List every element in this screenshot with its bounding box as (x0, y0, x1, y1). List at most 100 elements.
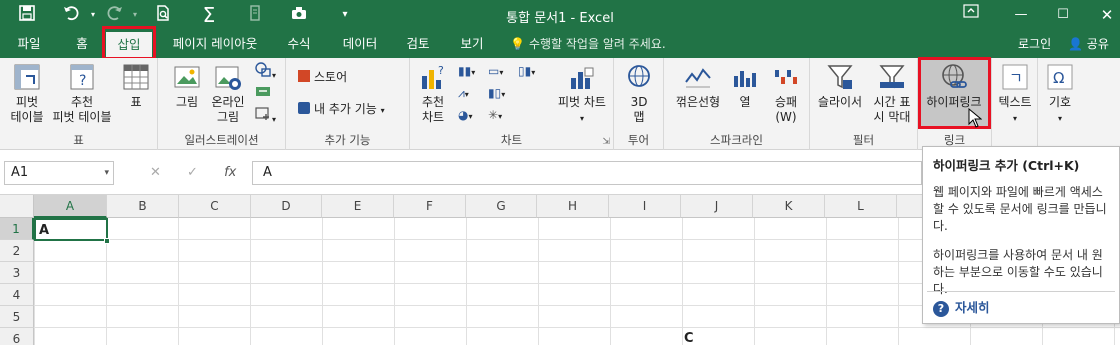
insert-function-icon[interactable]: fx (224, 165, 236, 180)
waterfall-chart-button[interactable]: ▯▮▾ (518, 62, 535, 82)
row-header-6[interactable]: 6 (0, 328, 34, 345)
timeline-button[interactable]: 시간 표 시 막대 (868, 62, 916, 125)
row-header-1[interactable]: 1 (0, 218, 34, 240)
minimize-icon[interactable]: — (1010, 4, 1032, 26)
column-header-l[interactable]: L (825, 195, 897, 218)
svg-text:?: ? (438, 64, 444, 77)
slicer-label: 슬라이서 (817, 95, 863, 109)
screenshot-button[interactable]: ▾ (254, 104, 276, 129)
recommended-charts-label-2: 차트 (421, 110, 445, 124)
tab-file[interactable]: 파일 (8, 30, 50, 58)
row-header-3[interactable]: 3 (0, 262, 34, 284)
timeline-label-2: 시 막대 (873, 110, 911, 124)
name-box[interactable]: A1 ▾ (4, 161, 114, 185)
column-header-f[interactable]: F (394, 195, 466, 218)
column-header-a[interactable]: A (34, 195, 107, 218)
maximize-icon[interactable]: ☐ (1052, 4, 1074, 26)
pie-chart-button[interactable]: ◕▾ (458, 106, 473, 126)
symbols-label: 기호 (1048, 95, 1072, 109)
share-button[interactable]: 👤 공유 (1068, 30, 1109, 58)
pictures-button[interactable]: 그림 (170, 62, 204, 110)
row-header-5[interactable]: 5 (0, 306, 34, 328)
tell-me-more-link[interactable]: ? 자세히 (933, 299, 990, 317)
group-label-sparklines: 스파크라인 (710, 133, 763, 147)
tell-me-box[interactable]: 💡 수행할 작업을 알려 주세요. (510, 30, 666, 58)
login-link[interactable]: 로그인 (1018, 30, 1051, 58)
enter-icon[interactable]: ✓ (187, 165, 198, 180)
sparkline-column-label: 열 (739, 95, 751, 109)
map3d-label-1: 3D (630, 95, 648, 109)
text-button[interactable]: ㄱ 텍스트 ▾ (994, 62, 1036, 126)
tab-view[interactable]: 보기 (450, 30, 494, 58)
my-addins-button[interactable]: 내 추가 기능 ▾ (298, 100, 385, 120)
smartart-icon (256, 87, 270, 96)
scatter-chart-button[interactable]: ✳▾ (488, 106, 502, 126)
group-symbols: Ω 기호 ▾ (1038, 58, 1082, 150)
tab-formulas[interactable]: 수식 (276, 30, 322, 58)
tab-review[interactable]: 검토 (396, 30, 440, 58)
sparkline-line-label: 꺾은선형 (675, 95, 721, 109)
name-box-dropdown-icon[interactable]: ▾ (104, 162, 109, 184)
sparkline-line-button[interactable]: 꺾은선형 (670, 62, 726, 110)
column-header-c[interactable]: C (179, 195, 251, 218)
recommended-charts-button[interactable]: ? 추천 차트 (414, 62, 452, 125)
name-box-value: A1 (11, 165, 29, 180)
cancel-icon[interactable]: ✕ (150, 165, 161, 180)
stat-chart-button[interactable]: ▮▯▾ (488, 84, 505, 104)
title-bar: ▾ ▾ Σ ▾ 통합 문서1 - Excel — ☐ ✕ (0, 0, 1120, 30)
formula-input[interactable]: A (252, 161, 922, 185)
hierarchy-chart-button[interactable]: ▭▾ (488, 62, 503, 82)
column-header-k[interactable]: K (753, 195, 825, 218)
pivot-chart-button[interactable]: 피벗 차트 ▾ (552, 62, 612, 126)
line-chart-button[interactable]: ⩘▾ (458, 84, 469, 104)
tab-home[interactable]: 홈 (62, 30, 102, 58)
online-pictures-button[interactable]: 온라인 그림 (206, 62, 250, 125)
group-addins: 스토어 내 추가 기능 ▾ 추가 기능 (286, 58, 410, 150)
sparkline-winloss-label-2: (W) (775, 110, 797, 124)
pivot-table-button[interactable]: 피벗 테이블 (6, 62, 48, 125)
recommended-pivot-icon: ? (70, 64, 94, 90)
fill-handle[interactable] (104, 238, 110, 244)
column-header-d[interactable]: D (251, 195, 322, 218)
column-header-h[interactable]: H (537, 195, 609, 218)
slicer-button[interactable]: 슬라이서 (812, 62, 868, 110)
ribbon-tabs: 파일 홈 삽입 페이지 레이아웃 수식 데이터 검토 보기 💡 수행할 작업을 알… (0, 30, 1120, 58)
pivot-chart-label: 피벗 차트 (558, 95, 606, 109)
tooltip-separator (927, 291, 1115, 292)
map3d-label-2: 맵 (633, 110, 645, 124)
group-tours: 3D 맵 투어 (614, 58, 664, 150)
column-chart-button[interactable]: ▮▮▾ (458, 62, 475, 82)
recommended-charts-label-1: 추천 (421, 95, 445, 109)
column-header-e[interactable]: E (322, 195, 394, 218)
cell-a1[interactable]: A (34, 218, 108, 241)
ribbon-display-icon[interactable] (960, 4, 982, 26)
cell-j6[interactable]: C (681, 328, 753, 345)
hierarchy-chart-icon: ▭ (488, 64, 500, 78)
tell-me-placeholder: 수행할 작업을 알려 주세요. (528, 37, 666, 51)
map3d-button[interactable]: 3D 맵 (620, 62, 658, 125)
column-header-j[interactable]: J (681, 195, 753, 218)
pivot-chart-icon (571, 67, 594, 89)
column-header-g[interactable]: G (466, 195, 537, 218)
store-button[interactable]: 스토어 (298, 68, 347, 86)
tab-data[interactable]: 데이터 (332, 30, 388, 58)
row-header-4[interactable]: 4 (0, 284, 34, 306)
tab-page-layout[interactable]: 페이지 레이아웃 (160, 30, 270, 58)
screenshot-icon (255, 107, 269, 120)
close-icon[interactable]: ✕ (1096, 4, 1118, 26)
formula-value: A (263, 165, 272, 180)
text-icon: ㄱ (1002, 64, 1028, 90)
sparkline-column-button[interactable]: 열 (728, 62, 762, 110)
sparkline-winloss-button[interactable]: 승패 (W) (764, 62, 808, 125)
recommended-pivot-label-2: 피벗 테이블 (52, 110, 112, 124)
table-button[interactable]: 표 (118, 62, 154, 110)
row-header-2[interactable]: 2 (0, 240, 34, 262)
column-header-i[interactable]: I (609, 195, 681, 218)
recommended-charts-icon: ? (422, 64, 444, 89)
column-header-b[interactable]: B (107, 195, 179, 218)
timeline-icon (879, 65, 905, 89)
recommended-pivot-button[interactable]: ? 추천 피벗 테이블 (48, 62, 116, 125)
symbols-button[interactable]: Ω 기호 ▾ (1040, 62, 1080, 126)
smartart-button[interactable] (254, 82, 272, 105)
select-all-button[interactable] (0, 195, 34, 218)
